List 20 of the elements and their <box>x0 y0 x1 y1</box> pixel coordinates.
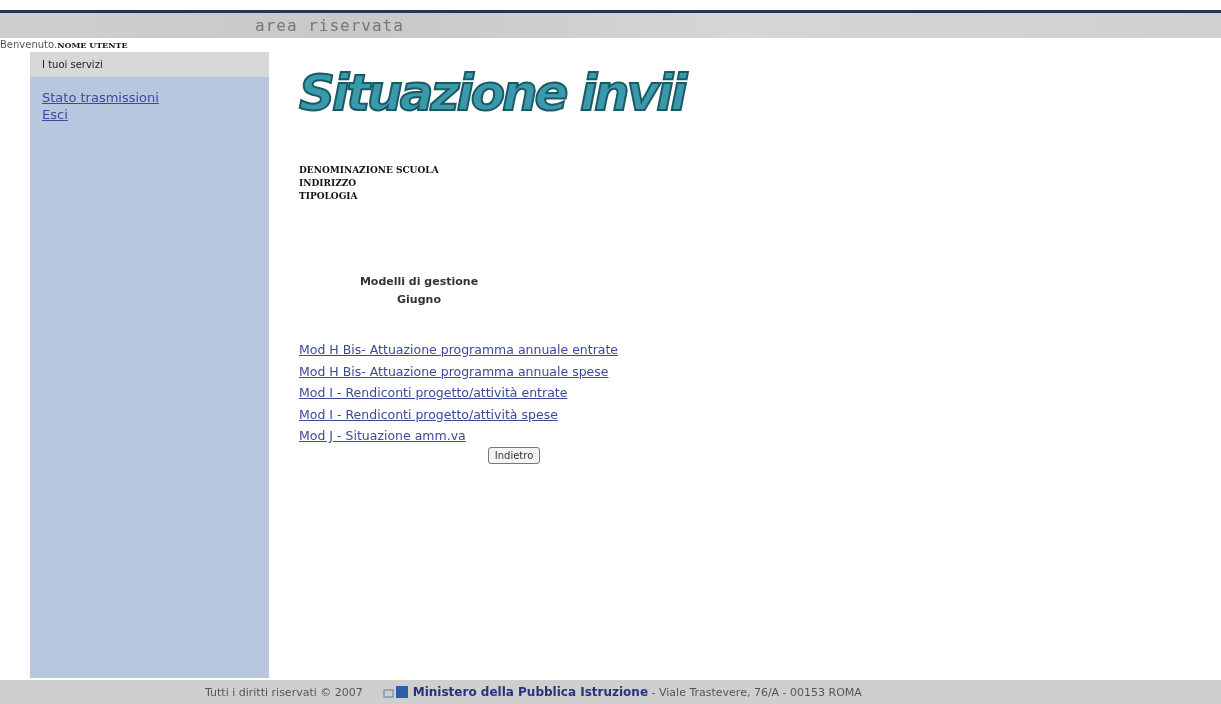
copyright-text: Tutti i diritti riservati © 2007 <box>205 685 363 699</box>
model-link[interactable]: Mod I - Rendiconti progetto/attività spese <box>299 403 558 425</box>
section-title: Modelli di gestione <box>359 274 479 290</box>
model-link[interactable]: Mod H Bis- Attuazione programma annuale entrate <box>299 339 619 361</box>
welcome-label: Benvenuto. <box>0 39 58 50</box>
school-info: DENOMINAZIONE SCUOLA <box>299 164 439 177</box>
sidebar-link[interactable]: Stato trasmissioni <box>42 89 159 106</box>
school-info: INDIRIZZO <box>299 177 358 190</box>
model-link[interactable]: Mod I - Rendiconti progetto/attività entrate <box>299 382 568 404</box>
header-title: area riservata <box>255 16 404 35</box>
school-info: TIPOLOGIA <box>299 190 359 203</box>
ministry-address: Ministero della Pubblica Istruzione - Viale Trastevere, 76/A - 00153 ROMA <box>412 685 862 699</box>
user-name: NOME UTENTE <box>57 40 128 50</box>
section-month: Giugno <box>397 292 441 308</box>
sidebar-heading: I tuoi servizi <box>30 52 269 77</box>
model-link[interactable]: Mod H Bis- Attuazione programma annuale spese <box>299 360 609 382</box>
model-link[interactable]: Mod J - Situazione amm.va <box>299 425 466 447</box>
sidebar-link[interactable]: Esci <box>42 106 68 123</box>
page-title: Situazione invii <box>299 63 685 124</box>
back-button[interactable]: Indietro <box>487 446 541 464</box>
